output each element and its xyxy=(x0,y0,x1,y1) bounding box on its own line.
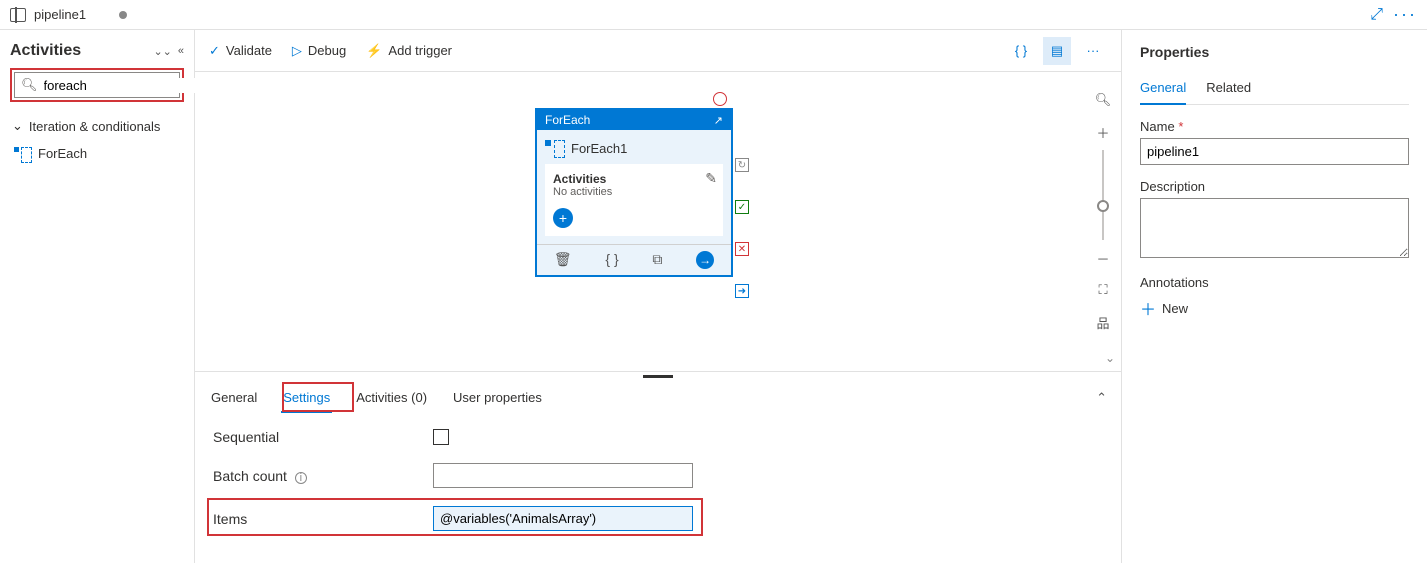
add-activity-button[interactable]: + xyxy=(553,208,573,228)
activities-search-input[interactable] xyxy=(44,78,220,93)
delete-node-icon[interactable]: 🗑 xyxy=(554,251,572,269)
port-completion-icon[interactable]: ➜ xyxy=(735,284,749,298)
more-menu-icon[interactable]: ··· xyxy=(1393,4,1417,25)
node-type-label: ForEach xyxy=(545,113,590,127)
plus-icon: ＋ xyxy=(1140,296,1156,320)
properties-toggle-button[interactable]: ▤ xyxy=(1043,37,1071,65)
port-success-icon[interactable]: ✓ xyxy=(735,200,749,214)
add-trigger-button[interactable]: ⚡ Add trigger xyxy=(366,43,452,59)
prop-tab-general[interactable]: General xyxy=(1140,76,1186,105)
pipeline-tab-icon xyxy=(10,8,26,22)
trigger-icon: ⚡ xyxy=(366,43,382,59)
canvas-search-icon[interactable]: 🔍︎ xyxy=(1091,88,1115,112)
name-label: Name * xyxy=(1140,119,1409,134)
annotation-circle-icon xyxy=(713,92,727,106)
collapse-panel-icon[interactable]: « xyxy=(178,45,184,58)
batch-count-label: Batch count i xyxy=(213,468,433,484)
chevron-down-icon: ⌄ xyxy=(12,118,23,134)
description-textarea[interactable] xyxy=(1140,198,1409,258)
more-toolbar-icon[interactable]: ··· xyxy=(1079,37,1107,65)
pipeline-tab-label[interactable]: pipeline1 xyxy=(34,7,86,22)
activity-item-foreach[interactable]: ForEach xyxy=(10,140,184,167)
batch-count-input[interactable] xyxy=(433,463,693,488)
tab-settings[interactable]: Settings xyxy=(281,384,332,411)
pipeline-canvas[interactable]: ForEach ↗ ForEach1 ✎ Activities No activ… xyxy=(195,72,1085,371)
tab-user-properties[interactable]: User properties xyxy=(451,384,544,411)
play-icon: ▷ xyxy=(292,43,302,59)
validate-label: Validate xyxy=(226,43,272,58)
search-icon: 🔍︎ xyxy=(21,77,38,93)
info-icon[interactable]: i xyxy=(295,472,307,484)
new-annotation-label: New xyxy=(1162,301,1188,316)
edit-activities-icon[interactable]: ✎ xyxy=(705,170,717,187)
validate-button[interactable]: ✓ Validate xyxy=(209,43,272,59)
node-activities-sub: No activities xyxy=(553,186,715,198)
node-activities-title: Activities xyxy=(553,172,715,186)
sequential-label: Sequential xyxy=(213,429,433,445)
fit-screen-icon[interactable]: ⛶ xyxy=(1091,278,1115,302)
items-input[interactable] xyxy=(433,506,693,531)
port-failure-icon[interactable]: ✕ xyxy=(735,242,749,256)
tab-activities[interactable]: Activities (0) xyxy=(354,384,429,411)
zoom-out-icon[interactable]: － xyxy=(1091,246,1115,270)
foreach-node[interactable]: ForEach ↗ ForEach1 ✎ Activities No activ… xyxy=(535,108,733,277)
code-node-icon[interactable]: { } xyxy=(605,251,618,269)
sequential-checkbox[interactable] xyxy=(433,429,449,445)
layout-icon[interactable]: 品 xyxy=(1091,310,1115,334)
prop-tab-related[interactable]: Related xyxy=(1206,76,1251,104)
expand-node-icon[interactable]: ↗ xyxy=(714,114,723,127)
unsaved-indicator-icon xyxy=(119,11,127,19)
check-icon: ✓ xyxy=(209,43,220,59)
add-trigger-label: Add trigger xyxy=(388,43,452,58)
items-label: Items xyxy=(213,511,433,527)
collapse-canvas-icon[interactable]: ⌄ xyxy=(1105,351,1115,365)
code-view-button[interactable]: { } xyxy=(1007,37,1035,65)
expand-all-icon[interactable]: ⌄⌄ xyxy=(153,45,171,58)
activity-group-iteration[interactable]: ⌄ Iteration & conditionals xyxy=(10,112,184,140)
properties-title: Properties xyxy=(1140,44,1409,60)
expand-icon[interactable]: ⤢ xyxy=(1370,6,1383,24)
copy-node-icon[interactable]: ⧉ xyxy=(652,251,662,269)
foreach-icon xyxy=(14,147,30,161)
activity-group-label: Iteration & conditionals xyxy=(29,119,161,134)
node-name: ForEach1 xyxy=(571,141,627,156)
annotations-label: Annotations xyxy=(1140,275,1409,290)
navigate-node-icon[interactable]: → xyxy=(696,251,714,269)
pipeline-name-input[interactable] xyxy=(1140,138,1409,165)
resize-handle[interactable] xyxy=(195,372,1121,380)
description-label: Description xyxy=(1140,179,1409,194)
tab-general[interactable]: General xyxy=(209,384,259,411)
collapse-pane-icon[interactable]: ⌃ xyxy=(1096,390,1107,406)
debug-button[interactable]: ▷ Debug xyxy=(292,43,346,59)
foreach-icon xyxy=(545,140,563,156)
new-annotation-button[interactable]: ＋ New xyxy=(1140,296,1409,320)
port-skip-icon[interactable]: ↻ xyxy=(735,158,749,172)
zoom-in-icon[interactable]: ＋ xyxy=(1091,120,1115,144)
debug-label: Debug xyxy=(308,43,346,58)
zoom-slider[interactable] xyxy=(1102,150,1104,240)
activity-item-label: ForEach xyxy=(38,146,87,161)
activities-panel-title: Activities xyxy=(10,42,81,60)
